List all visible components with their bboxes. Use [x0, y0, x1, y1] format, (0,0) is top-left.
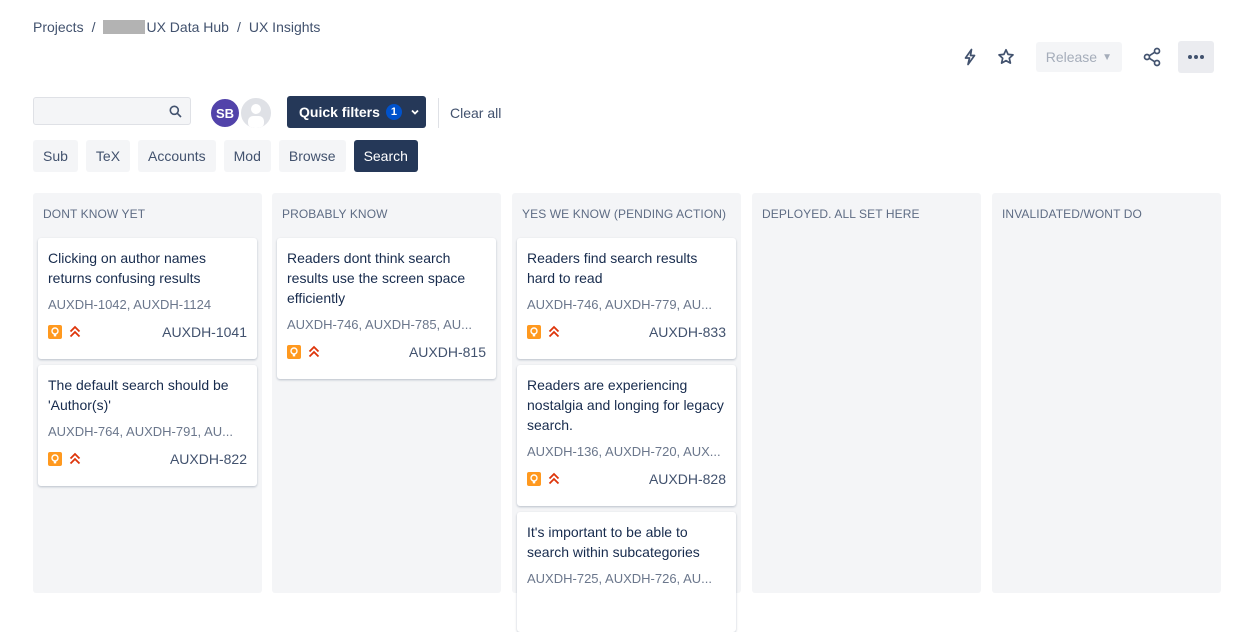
card-linked-issues: AUXDH-1042, AUXDH-1124: [48, 297, 212, 312]
card-footer: AUXDH-828: [527, 471, 726, 487]
redacted-block: [103, 20, 146, 34]
card-linked-issues: AUXDH-764, AUXDH-791, AU...: [48, 424, 233, 439]
column-title: YES WE KNOW (PENDING ACTION): [522, 207, 727, 221]
board-column: PROBABLY KNOW Readers dont think search …: [272, 193, 501, 593]
filter-chip-accounts[interactable]: Accounts: [138, 140, 216, 172]
card-summary: Readers dont think search results use th…: [287, 250, 466, 306]
board-actions: Release ▼: [950, 41, 1214, 73]
breadcrumb: Projects / UX Data Hub / UX Insights: [33, 19, 320, 35]
chevron-down-icon: ▼: [1102, 51, 1112, 63]
issue-card[interactable]: The default search should be 'Author(s)'…: [38, 365, 257, 486]
board-column: YES WE KNOW (PENDING ACTION) Readers fin…: [512, 193, 741, 632]
quick-filters-label: Quick filters: [299, 104, 380, 120]
issue-key[interactable]: AUXDH-828: [649, 471, 726, 487]
filter-chip-search[interactable]: Search: [353, 140, 418, 172]
priority-highest-icon: [548, 472, 560, 485]
card-linked-issues: AUXDH-746, AUXDH-779, AU...: [527, 297, 712, 312]
issue-card[interactable]: Clicking on author names returns confusi…: [38, 238, 257, 359]
clear-all-button[interactable]: Clear all: [450, 105, 501, 121]
filter-chip-mod[interactable]: Mod: [223, 140, 271, 172]
card-linked-issues: AUXDH-746, AUXDH-785, AU...: [287, 317, 472, 332]
column-title: PROBABLY KNOW: [282, 207, 388, 221]
card-summary: It's important to be able to search with…: [527, 524, 700, 560]
card-summary: Clicking on author names returns confusi…: [48, 250, 206, 286]
issue-key[interactable]: AUXDH-833: [649, 324, 726, 340]
priority-highest-icon: [308, 345, 320, 358]
more-icon: [1188, 55, 1204, 59]
lightning-icon: [964, 48, 976, 66]
priority-highest-icon: [69, 325, 81, 338]
release-label: Release: [1045, 49, 1098, 65]
idea-icon: [48, 452, 62, 466]
quick-filters-count-badge: 1: [385, 104, 402, 120]
priority-highest-icon: [69, 452, 81, 465]
search-input[interactable]: [34, 98, 170, 124]
search-icon: [169, 105, 182, 118]
idea-icon: [527, 325, 541, 339]
quick-filters-button[interactable]: Quick filters 1: [287, 96, 426, 128]
automation-button[interactable]: [954, 41, 986, 73]
issue-key[interactable]: AUXDH-822: [170, 451, 247, 467]
idea-icon: [48, 325, 62, 339]
breadcrumb-separator: /: [91, 19, 96, 35]
more-actions-button[interactable]: [1178, 41, 1214, 73]
card-summary: The default search should be 'Author(s)': [48, 377, 229, 413]
issue-card[interactable]: Readers dont think search results use th…: [277, 238, 496, 379]
divider: [438, 98, 439, 128]
filter-chip-tex[interactable]: TeX: [85, 140, 131, 172]
card-footer: AUXDH-822: [48, 451, 247, 467]
priority-highest-icon: [548, 325, 560, 338]
issue-key[interactable]: AUXDH-1041: [162, 324, 247, 340]
share-button[interactable]: [1136, 41, 1168, 73]
star-button[interactable]: [990, 41, 1022, 73]
board-column: DONT KNOW YET Clicking on author names r…: [33, 193, 262, 593]
filter-chip-browse[interactable]: Browse: [278, 140, 346, 172]
issue-card[interactable]: It's important to be able to search with…: [517, 512, 736, 632]
card-linked-issues: AUXDH-136, AUXDH-720, AUX...: [527, 444, 721, 459]
breadcrumb-board[interactable]: UX Insights: [249, 19, 321, 35]
idea-icon: [287, 345, 301, 359]
search-field[interactable]: [33, 97, 191, 125]
filter-chip-sub[interactable]: Sub: [33, 140, 78, 172]
issue-card[interactable]: Readers are experiencing nostalgia and l…: [517, 365, 736, 506]
breadcrumb-project[interactable]: UX Data Hub: [146, 19, 228, 35]
avatar-unassigned[interactable]: [239, 96, 273, 130]
star-icon: [997, 48, 1014, 64]
column-title: DONT KNOW YET: [43, 207, 146, 221]
release-button[interactable]: Release ▼: [1035, 42, 1122, 72]
user-icon: [248, 104, 264, 128]
avatar-sb[interactable]: SB: [209, 97, 241, 129]
board-column: INVALIDATED/WONT DO: [992, 193, 1221, 593]
issue-key[interactable]: AUXDH-815: [409, 344, 486, 360]
board-column: DEPLOYED. ALL SET HERE: [752, 193, 981, 593]
share-icon: [1143, 47, 1161, 67]
card-footer: AUXDH-833: [527, 324, 726, 340]
column-title: DEPLOYED. ALL SET HERE: [762, 207, 920, 221]
filter-chips: Sub TeX Accounts Mod Browse Search: [33, 140, 426, 172]
card-summary: Readers are experiencing nostalgia and l…: [527, 377, 724, 433]
column-title: INVALIDATED/WONT DO: [1002, 207, 1142, 221]
breadcrumb-separator: /: [236, 19, 241, 35]
issue-card[interactable]: Readers find search results hard to read…: [517, 238, 736, 359]
idea-icon: [527, 472, 541, 486]
chevron-down-icon: [411, 109, 419, 115]
card-footer: AUXDH-1041: [48, 324, 247, 340]
breadcrumb-projects[interactable]: Projects: [33, 19, 84, 35]
card-footer: AUXDH-815: [287, 344, 486, 360]
card-summary: Readers find search results hard to read: [527, 250, 698, 286]
